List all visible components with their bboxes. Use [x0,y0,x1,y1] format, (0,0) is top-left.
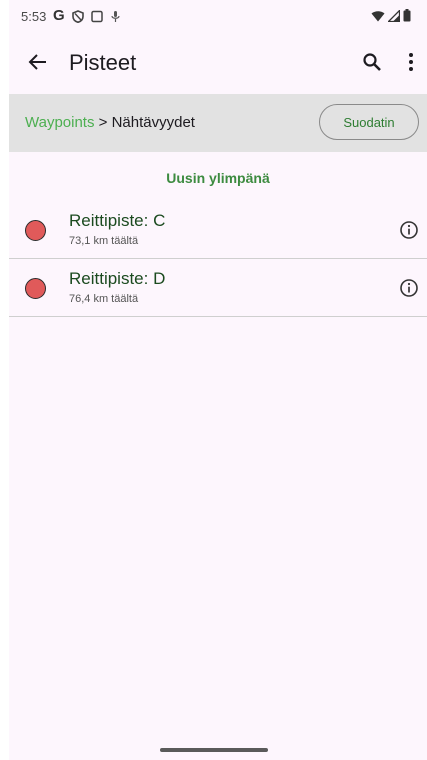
info-icon [400,279,418,297]
mic-off-icon [110,10,121,23]
wifi-icon [371,9,385,27]
overflow-menu-button[interactable] [403,51,419,77]
vpn-shield-icon [71,9,84,23]
info-icon [400,221,418,239]
info-button[interactable] [398,277,420,299]
status-time: 5:53 [21,9,47,24]
breadcrumb-bar: Waypoints > Nähtävyydet Suodatin [9,94,427,152]
waypoint-name: Reittipiste: D [69,269,166,288]
app-bar: Pisteet [9,36,427,92]
battery-icon [403,9,411,27]
search-icon [362,52,382,77]
waypoint-distance: 76,4 km täältä [69,293,139,305]
gesture-nav-handle[interactable] [160,748,268,752]
waypoint-distance: 73,1 km täältä [69,235,139,247]
waypoint-list: Reittipiste: C 73,1 km täältä Reittipist… [9,201,427,317]
screenshot-icon [90,10,103,23]
waypoint-name: Reittipiste: C [69,211,166,230]
list-item[interactable]: Reittipiste: D 76,4 km täältä [9,259,427,317]
back-button[interactable] [25,51,51,77]
app-screen: 5:53 G Pisteet Waypoints > Nähtävyydet S… [9,0,427,760]
breadcrumb-current: Nähtävyydet [111,114,195,131]
sort-order-label[interactable]: Uusin ylimpänä [9,170,427,186]
status-icons-left: G [53,8,121,24]
breadcrumb-link-waypoints[interactable]: Waypoints [25,114,94,131]
list-item[interactable]: Reittipiste: C 73,1 km täältä [9,201,427,259]
info-button[interactable] [398,219,420,241]
status-bar: 5:53 G [9,0,427,36]
waypoint-marker-icon [25,220,46,241]
breadcrumb: Waypoints > Nähtävyydet [25,114,195,131]
back-arrow-icon [28,52,48,77]
status-icons-right [371,8,411,27]
search-button[interactable] [359,51,385,77]
waypoint-marker-icon [25,278,46,299]
filter-button[interactable]: Suodatin [319,104,419,140]
page-title: Pisteet [69,50,137,75]
breadcrumb-separator: > [94,114,112,131]
signal-icon [386,8,401,27]
more-vert-icon [408,52,414,77]
google-icon: G [53,7,65,24]
